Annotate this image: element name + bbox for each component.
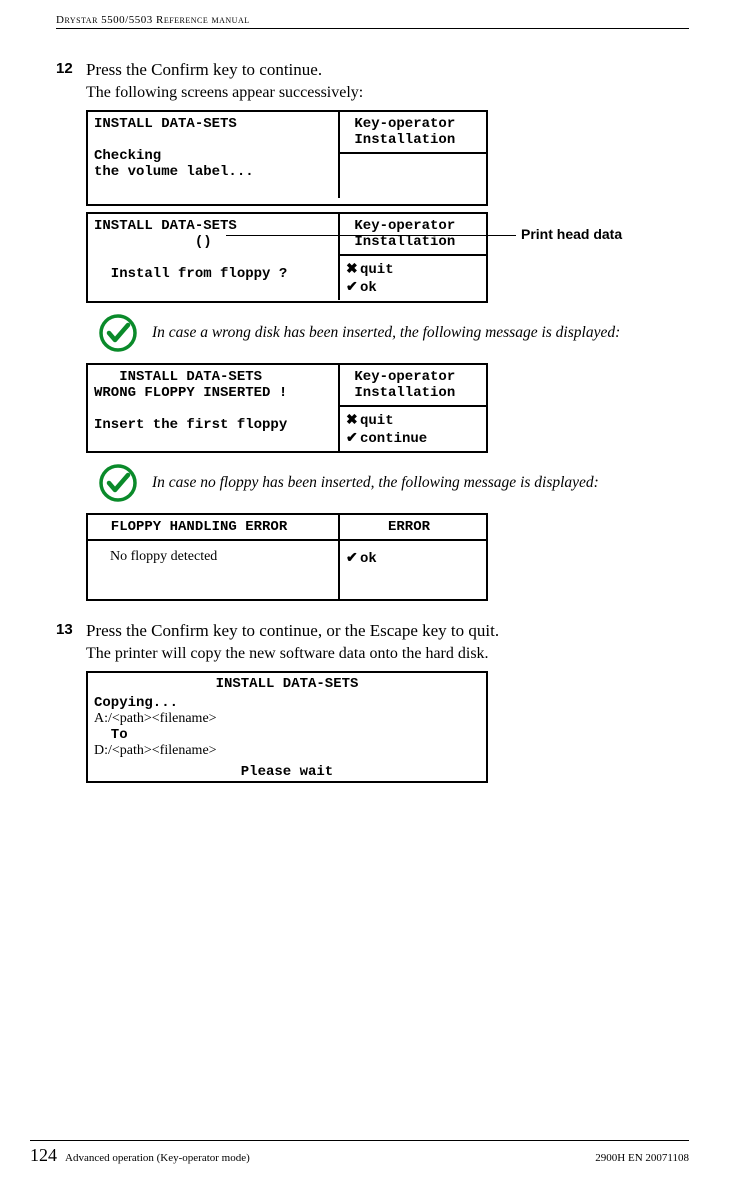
ok-label: ok <box>360 551 377 567</box>
page-number: 124 <box>30 1145 57 1166</box>
screen-1: INSTALL DATA-SETS Checking the volume la… <box>86 110 701 206</box>
check-badge-icon <box>98 463 138 503</box>
note-2: In case no floppy has been inserted, the… <box>98 463 701 503</box>
check-icon: ✔ <box>346 278 360 294</box>
screen1-right-bot <box>340 154 486 204</box>
screen5-l5: Please wait <box>88 760 486 783</box>
screen2-right-bot: ✖quit ✔ok <box>340 256 486 300</box>
check-icon: ✔ <box>346 429 360 445</box>
screen-2: INSTALL DATA-SETS () Install from floppy… <box>86 212 701 302</box>
screen-5: INSTALL DATA-SETS Copying... A:/<path><f… <box>86 671 701 783</box>
continue-label: continue <box>360 431 427 447</box>
running-head: Drystar 5500/5503 Reference manual <box>56 14 689 29</box>
page-body: 12 Press the Confirm key to continue. Th… <box>56 54 701 789</box>
screen-3: INSTALL DATA-SETS WRONG FLOPPY INSERTED … <box>86 363 701 453</box>
screen1-left: INSTALL DATA-SETS Checking the volume la… <box>88 112 340 198</box>
step-12: 12 Press the Confirm key to continue. Th… <box>56 60 701 607</box>
screen3-left: INSTALL DATA-SETS WRONG FLOPPY INSERTED … <box>88 365 340 451</box>
step-subtext: The printer will copy the new software d… <box>86 645 701 663</box>
screen1-right-top: Key-operator Installation <box>340 112 486 154</box>
note-text: In case no floppy has been inserted, the… <box>152 474 599 492</box>
step-subtext: The following screens appear successivel… <box>86 84 701 102</box>
step-13: 13 Press the Confirm key to continue, or… <box>56 621 701 789</box>
screen4-right-bot: ✔ok <box>340 541 486 575</box>
screen-4: FLOPPY HANDLING ERROR No floppy detected… <box>86 513 701 601</box>
step-number: 12 <box>56 60 86 607</box>
note-1: In case a wrong disk has been inserted, … <box>98 313 701 353</box>
cross-icon: ✖ <box>346 411 360 427</box>
screen5-l3: To <box>88 727 486 743</box>
check-icon: ✔ <box>346 549 360 565</box>
ok-label: ok <box>360 280 377 296</box>
quit-label: quit <box>360 413 394 429</box>
screen3-right-bot: ✖quit ✔continue <box>340 407 486 451</box>
step-title: Press the Confirm key to continue. <box>86 60 701 80</box>
quit-label: quit <box>360 262 394 278</box>
screen5-l2: A:/<path><filename> <box>88 711 486 727</box>
screen5-l4: D:/<path><filename> <box>88 743 486 759</box>
step-title: Press the Confirm key to continue, or th… <box>86 621 701 641</box>
page-footer: 124 Advanced operation (Key-operator mod… <box>30 1140 689 1164</box>
footer-left: Advanced operation (Key-operator mode) <box>65 1152 595 1164</box>
step-number: 13 <box>56 621 86 789</box>
screen4-right-top: ERROR <box>340 515 486 541</box>
note-text: In case a wrong disk has been inserted, … <box>152 324 620 342</box>
screen4-left-top: FLOPPY HANDLING ERROR <box>88 515 338 541</box>
footer-right: 2900H EN 20071108 <box>595 1152 689 1164</box>
check-badge-icon <box>98 313 138 353</box>
screen5-title: INSTALL DATA-SETS <box>88 673 486 695</box>
cross-icon: ✖ <box>346 260 360 276</box>
screen5-l1: Copying... <box>88 695 486 711</box>
no-floppy-text: No floppy detected <box>110 549 217 565</box>
callout-label: Print head data <box>521 226 622 242</box>
screen3-right-top: Key-operator Installation <box>340 365 486 407</box>
screen2-left: INSTALL DATA-SETS () Install from floppy… <box>88 214 340 300</box>
strike-line <box>362 235 482 236</box>
screen4-left-bot: No floppy detected <box>88 541 338 599</box>
